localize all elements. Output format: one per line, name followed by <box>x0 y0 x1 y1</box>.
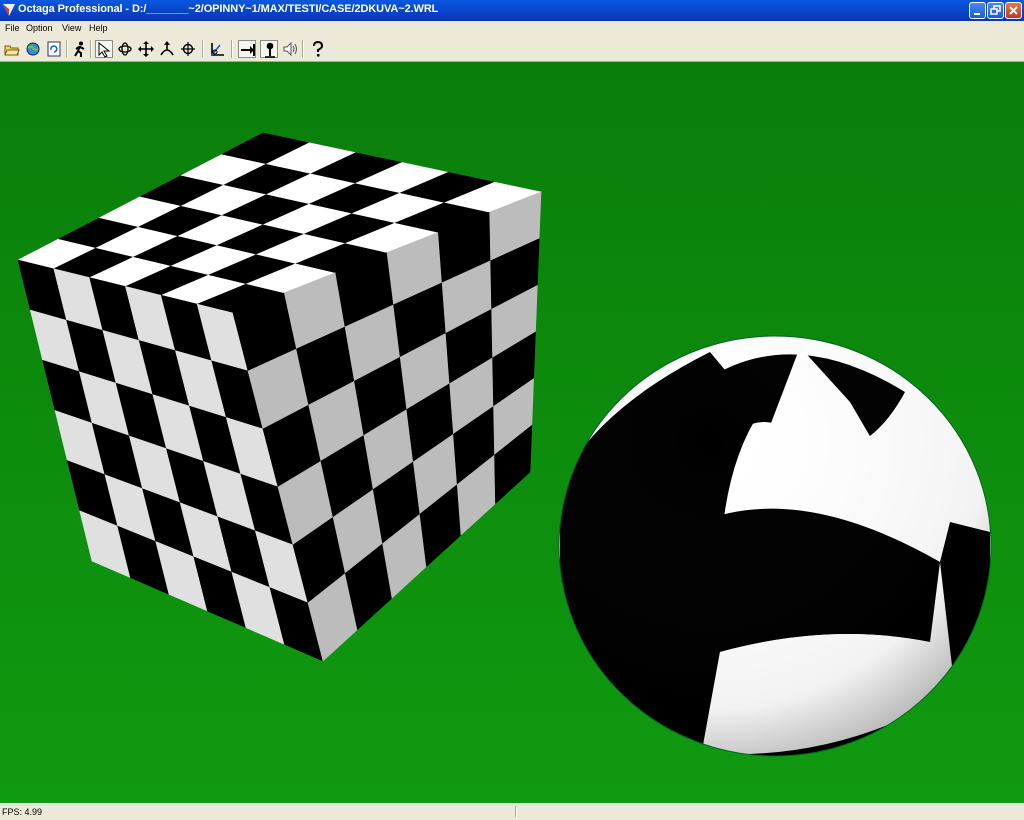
target-button[interactable] <box>179 40 197 58</box>
gravity-button[interactable] <box>260 40 278 58</box>
tilt-button[interactable] <box>158 40 176 58</box>
toolbar-separator <box>66 40 68 58</box>
examine-icon <box>118 42 132 56</box>
pan-icon <box>138 41 154 57</box>
open-icon <box>4 45 20 56</box>
octaga-app-icon <box>3 4 15 16</box>
toolbar-separator <box>90 40 92 58</box>
collision-button[interactable] <box>238 40 256 58</box>
toolbar-separator <box>231 40 233 58</box>
title-bar[interactable]: Octaga Professional - D:/_______~2/OPINN… <box>0 0 1024 21</box>
toolbar-separator <box>202 40 204 58</box>
straighten-button[interactable] <box>208 40 226 58</box>
open-button[interactable] <box>3 40 21 58</box>
open-url-button[interactable] <box>24 40 42 58</box>
status-bar: FPS: 4.99 <box>0 803 1024 820</box>
menu-view[interactable]: View <box>62 23 81 33</box>
fps-readout: FPS: 4.99 <box>2 807 43 817</box>
minimize-button[interactable] <box>969 2 986 19</box>
status-pane-divider <box>515 806 517 818</box>
close-button[interactable] <box>1005 2 1022 19</box>
pan-button[interactable] <box>137 40 155 58</box>
3d-viewport[interactable] <box>0 62 1024 803</box>
menu-bar: File Option View Help <box>0 21 1024 37</box>
open-url-icon <box>26 42 40 56</box>
sound-button[interactable] <box>281 40 299 58</box>
menu-file[interactable]: File <box>5 23 20 33</box>
toolbar <box>0 37 1024 62</box>
target-icon <box>181 42 195 56</box>
walk-button[interactable] <box>71 40 89 58</box>
gravity-icon <box>265 42 275 58</box>
straighten-icon <box>211 43 224 56</box>
collision-icon <box>241 44 255 56</box>
tilt-icon <box>160 41 174 56</box>
restore-icon <box>990 5 1001 15</box>
help-icon <box>313 41 324 57</box>
help-button[interactable] <box>309 40 327 58</box>
close-icon <box>1009 6 1018 15</box>
window-title: Octaga Professional - D:/_______~2/OPINN… <box>18 3 439 15</box>
menu-help[interactable]: Help <box>89 23 108 33</box>
restore-button[interactable] <box>987 2 1004 19</box>
minimize-icon <box>974 13 980 15</box>
sound-icon <box>283 41 297 57</box>
pointer-icon <box>98 42 111 58</box>
walk-icon <box>74 41 85 57</box>
toolbar-separator <box>302 40 304 58</box>
reload-button[interactable] <box>45 40 63 58</box>
reload-icon <box>47 41 61 57</box>
examine-button[interactable] <box>116 40 134 58</box>
menu-option[interactable]: Option <box>26 23 53 33</box>
pointer-button[interactable] <box>95 40 113 58</box>
vrml-scene[interactable] <box>0 62 1024 803</box>
